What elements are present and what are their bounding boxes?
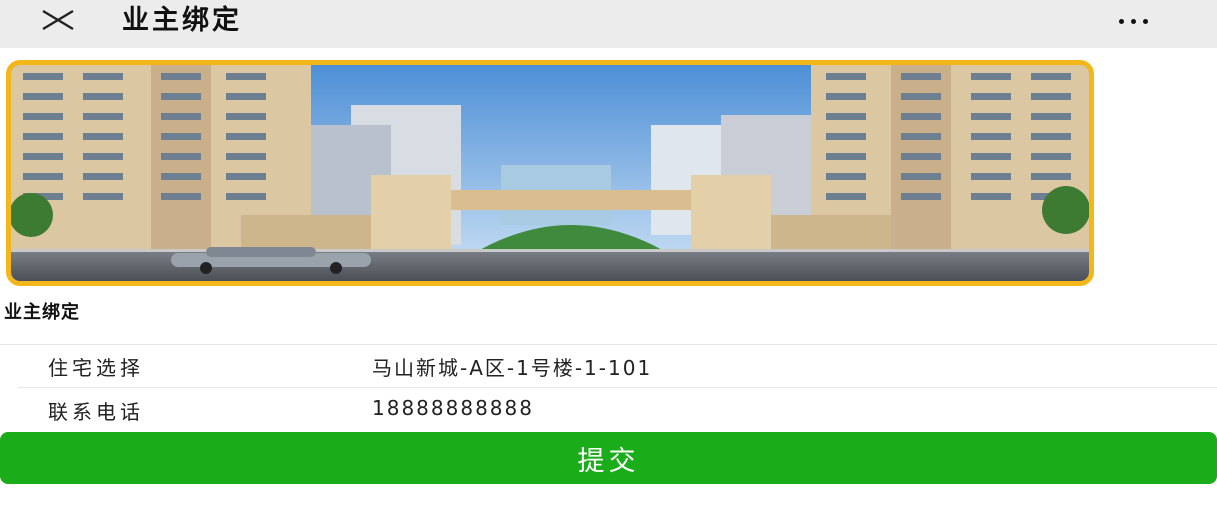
phone-input[interactable]: 18888888888	[372, 396, 534, 420]
phone-row[interactable]: 联系电话 18888888888	[0, 388, 1217, 430]
more-options-button[interactable]	[1098, 8, 1168, 34]
more-icon	[1118, 18, 1148, 24]
banner-image	[6, 60, 1094, 286]
building-illustration	[11, 65, 1089, 281]
page-title: 业主绑定	[122, 5, 242, 36]
residence-select-row[interactable]: 住宅选择 马山新城-A区-1号楼-1-101	[0, 344, 1217, 388]
section-title: 业主绑定	[4, 302, 80, 323]
submit-button[interactable]: 提交	[0, 432, 1217, 484]
close-button[interactable]	[38, 6, 78, 38]
main-content: 业主绑定 住宅选择 马山新城-A区-1号楼-1-101 联系电话 1888888…	[0, 48, 1217, 518]
top-navigation-bar: 业主绑定	[0, 0, 1217, 48]
residence-select-value[interactable]: 马山新城-A区-1号楼-1-101	[372, 352, 652, 381]
phone-label: 联系电话	[48, 400, 144, 424]
close-icon	[41, 9, 75, 35]
residence-label: 住宅选择	[48, 356, 144, 380]
